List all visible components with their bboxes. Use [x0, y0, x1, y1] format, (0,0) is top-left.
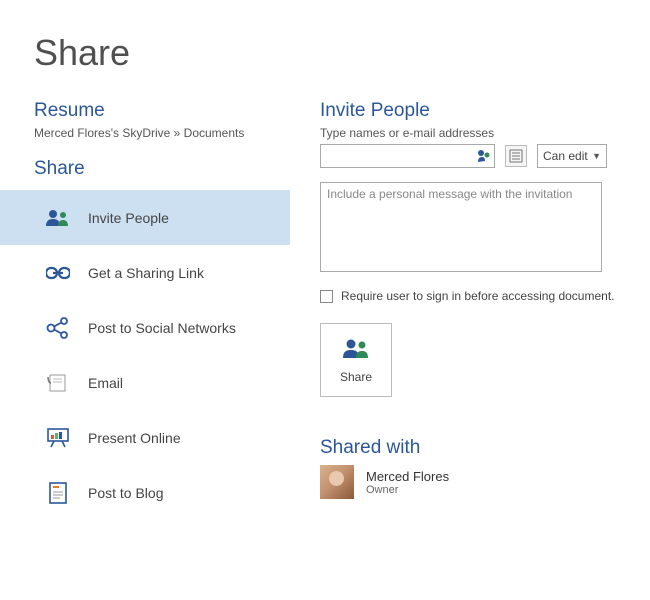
- permission-selected-label: Can edit: [543, 149, 588, 163]
- sidebar-item-label: Post to Blog: [88, 485, 164, 501]
- permission-select[interactable]: Can edit ▼: [537, 144, 607, 168]
- share-button-label: Share: [340, 370, 372, 384]
- share-button[interactable]: Share: [320, 323, 392, 397]
- people-icon: [341, 337, 371, 362]
- sidebar-item-label: Post to Social Networks: [88, 320, 236, 336]
- invite-message-input[interactable]: [320, 182, 602, 272]
- sidebar-item-label: Invite People: [88, 210, 169, 226]
- present-icon: [44, 424, 72, 452]
- link-icon: [44, 259, 72, 287]
- sidebar-item-label: Get a Sharing Link: [88, 265, 204, 281]
- share-menu: Invite People Get a Sharing Link: [0, 190, 290, 520]
- invite-panel-title: Invite People: [320, 100, 616, 122]
- sidebar-item-sharing-link[interactable]: Get a Sharing Link: [0, 245, 290, 300]
- require-signin-checkbox[interactable]: [320, 290, 333, 303]
- invite-caption: Type names or e-mail addresses: [320, 126, 616, 140]
- social-icon: [44, 314, 72, 342]
- invite-names-input[interactable]: [320, 144, 495, 168]
- page-title: Share: [34, 32, 616, 74]
- document-name: Resume: [34, 100, 290, 122]
- breadcrumb[interactable]: Merced Flores's SkyDrive » Documents: [34, 126, 290, 140]
- address-book-button[interactable]: [505, 145, 527, 167]
- sidebar-item-post-blog[interactable]: Post to Blog: [0, 465, 290, 520]
- sidebar-item-present-online[interactable]: Present Online: [0, 410, 290, 465]
- sidebar-item-social[interactable]: Post to Social Networks: [0, 300, 290, 355]
- share-section-label: Share: [34, 158, 290, 180]
- people-icon: [44, 204, 72, 232]
- sidebar-item-invite-people[interactable]: Invite People: [0, 190, 290, 245]
- avatar: [320, 465, 354, 499]
- sidebar-item-label: Email: [88, 375, 123, 391]
- blog-icon: [44, 479, 72, 507]
- person-role: Owner: [366, 484, 449, 496]
- sidebar-item-email[interactable]: Email: [0, 355, 290, 410]
- email-icon: [44, 369, 72, 397]
- shared-person[interactable]: Merced Flores Owner: [320, 465, 616, 499]
- address-book-icon: [509, 149, 523, 163]
- chevron-down-icon: ▼: [592, 151, 601, 161]
- sidebar-item-label: Present Online: [88, 430, 181, 446]
- check-names-icon[interactable]: [476, 148, 492, 167]
- shared-with-title: Shared with: [320, 437, 616, 459]
- require-signin-label: Require user to sign in before accessing…: [341, 289, 615, 303]
- person-name: Merced Flores: [366, 469, 449, 484]
